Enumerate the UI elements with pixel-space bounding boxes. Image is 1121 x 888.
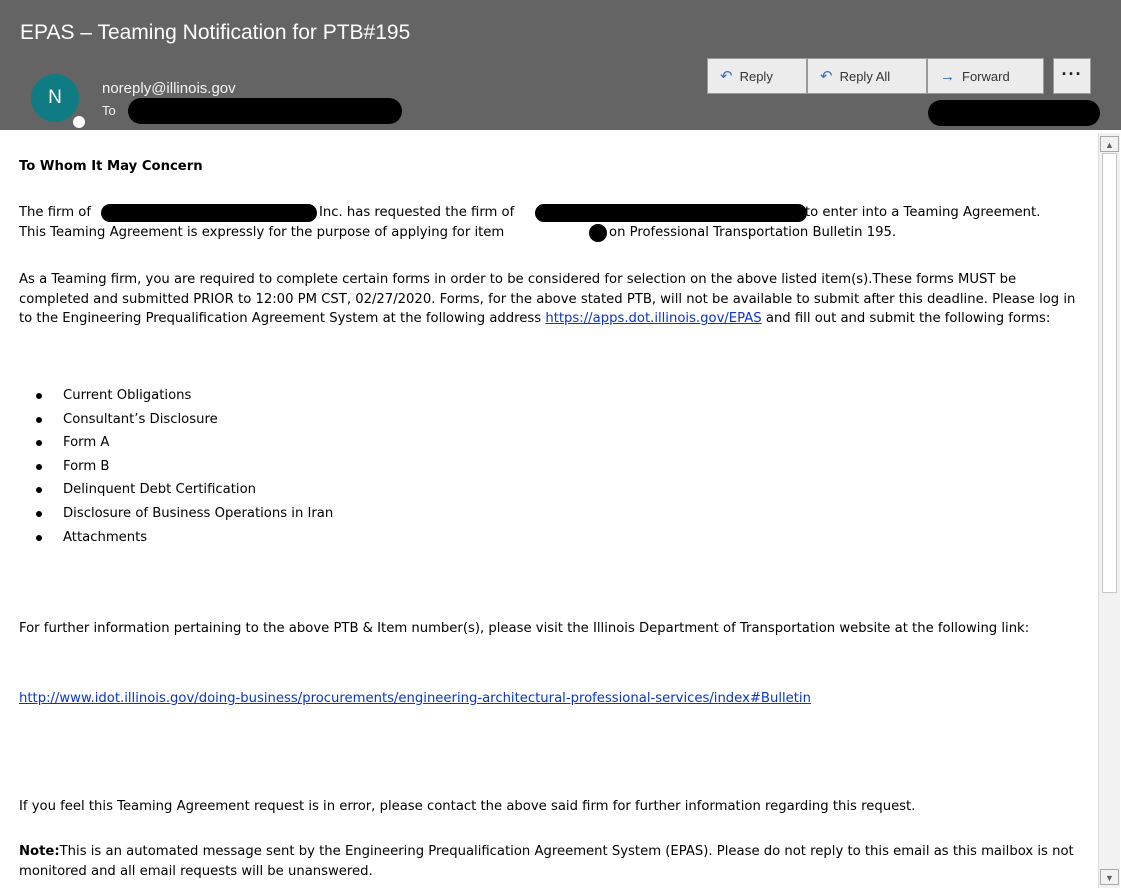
reply-icon: ↶ (720, 68, 733, 85)
presence-status-icon (71, 114, 87, 130)
list-item: Attachments (19, 528, 333, 552)
reply-all-button[interactable]: ↶ Reply All (807, 58, 927, 94)
greeting: To Whom It May Concern (19, 159, 203, 174)
redacted-recipient (128, 98, 402, 124)
forward-label: Forward (962, 68, 1010, 84)
forms-list: Current Obligations Consultant’s Disclos… (19, 386, 333, 551)
p1-part-a: The firm of (19, 205, 91, 220)
paragraph-error-notice: If you feel this Teaming Agreement reque… (19, 799, 916, 814)
reply-all-icon: ↶ (820, 68, 833, 85)
more-actions-button[interactable]: ··· (1053, 58, 1091, 94)
redacted-requesting-firm (101, 204, 317, 222)
list-item: Form B (19, 457, 333, 481)
paragraph-bulletin-link: http://www.idot.illinois.gov/doing-busin… (19, 689, 1079, 709)
paragraph-further-info: For further information pertaining to th… (19, 621, 1030, 636)
paragraph-note: Note:This is an automated message sent b… (19, 842, 1079, 881)
vertical-scrollbar[interactable]: ▲ ▼ (1098, 133, 1120, 888)
note-label: Note: (19, 844, 60, 859)
forward-button[interactable]: → Forward (927, 58, 1044, 94)
p1-part-c: to enter into a Teaming Agreement. (805, 205, 1041, 220)
redacted-date (928, 100, 1100, 126)
reply-all-label: Reply All (839, 68, 891, 84)
sender-avatar[interactable]: N (31, 74, 79, 122)
to-label: To (102, 103, 116, 118)
p1-part-b: Inc. has requested the firm of (319, 205, 515, 220)
redacted-item-number (589, 223, 607, 242)
scroll-thumb[interactable] (1102, 153, 1117, 593)
reply-button[interactable]: ↶ Reply (707, 58, 807, 94)
forward-icon: → (940, 67, 955, 85)
note-text: This is an automated message sent by the… (19, 844, 1074, 879)
bulletin-link[interactable]: http://www.idot.illinois.gov/doing-busin… (19, 691, 811, 706)
list-item: Delinquent Debt Certification (19, 480, 333, 504)
instructions-end: and fill out and submit the following fo… (765, 311, 1051, 326)
list-item: Consultant’s Disclosure (19, 410, 333, 434)
paragraph-request: The firm of Inc. has requested the firm … (19, 203, 1079, 242)
list-item: Disclosure of Business Operations in Ira… (19, 504, 333, 528)
redacted-teaming-firm (535, 204, 807, 222)
p1-part-d: This Teaming Agreement is expressly for … (19, 224, 505, 240)
epas-link[interactable]: https://apps.dot.illinois.gov/EPAS (545, 311, 761, 326)
p1-part-e: on Professional Transportation Bulletin … (609, 224, 897, 240)
message-subject: EPAS – Teaming Notification for PTB#195 (20, 21, 411, 44)
sender-address[interactable]: noreply@illinois.gov (102, 80, 236, 97)
reply-label: Reply (739, 68, 773, 84)
paragraph-instructions: As a Teaming firm, you are required to c… (19, 270, 1079, 329)
scroll-up-icon[interactable]: ▲ (1100, 136, 1119, 152)
list-item: Form A (19, 433, 333, 457)
list-item: Current Obligations (19, 386, 333, 410)
scroll-down-icon[interactable]: ▼ (1100, 869, 1119, 885)
message-header: EPAS – Teaming Notification for PTB#195 … (0, 0, 1121, 130)
message-actions: ↶ Reply ↶ Reply All → Forward (707, 58, 1044, 96)
